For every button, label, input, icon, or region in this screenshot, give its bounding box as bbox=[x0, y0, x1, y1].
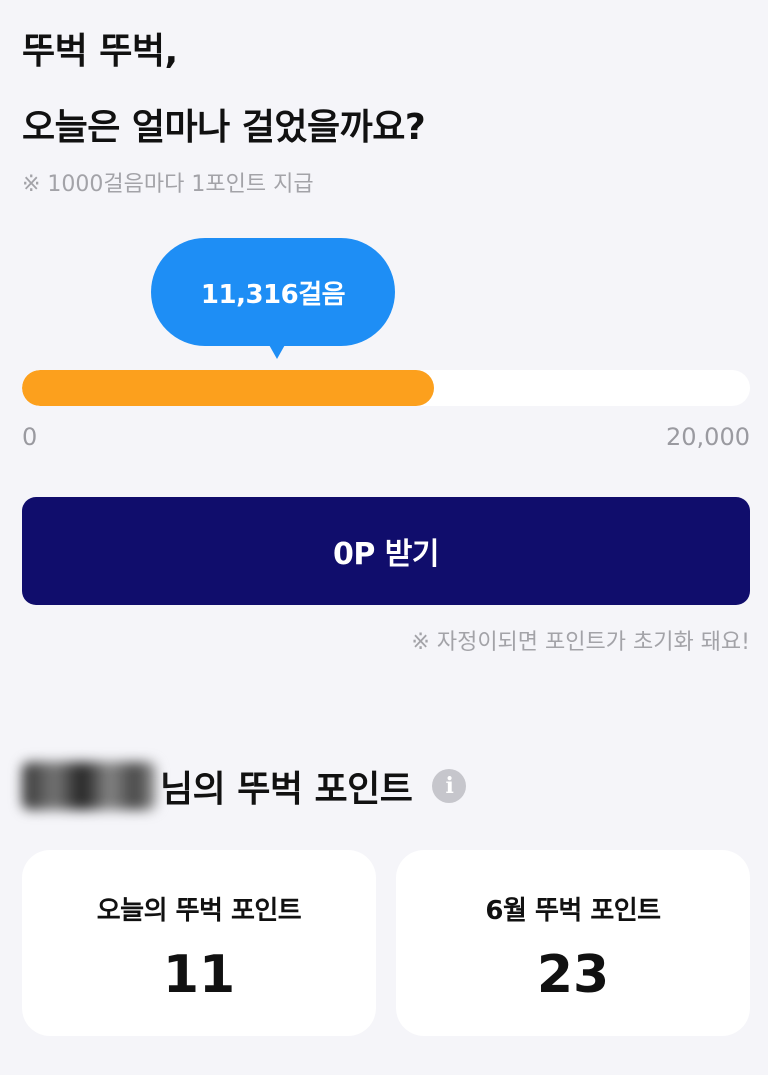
step-count-label: 11,316걸음 bbox=[200, 279, 346, 310]
masked-user-name bbox=[22, 762, 156, 810]
today-points-label: 오늘의 뚜벅 포인트 bbox=[96, 896, 302, 926]
monthly-points-card: 6월 뚜벅 포인트 23 bbox=[396, 850, 750, 1036]
bubble-tail bbox=[268, 343, 286, 359]
today-points-value: 11 bbox=[162, 945, 236, 1005]
step-count-bubble: 11,316걸음 bbox=[151, 238, 395, 346]
page-title-line-2: 오늘은 얼마나 걸었을까요? bbox=[22, 107, 426, 148]
points-section-title: 님의 뚜벅 포인트 i bbox=[22, 760, 467, 812]
progress-max-label: 20,000 bbox=[666, 423, 750, 451]
claim-points-button[interactable]: 0P 받기 bbox=[22, 497, 750, 605]
page-title-line-1: 뚜벅 뚜벅, bbox=[22, 31, 178, 72]
midnight-reset-notice: ※ 자정이되면 포인트가 초기화 돼요! bbox=[411, 630, 750, 655]
points-per-steps-notice: ※ 1000걸음마다 1포인트 지급 bbox=[22, 172, 314, 197]
points-section-title-text: 님의 뚜벅 포인트 bbox=[160, 769, 413, 810]
page-title: 뚜벅 뚜벅, 오늘은 얼마나 걸었을까요? bbox=[22, 14, 426, 166]
today-points-card: 오늘의 뚜벅 포인트 11 bbox=[22, 850, 376, 1036]
step-progress-fill bbox=[22, 370, 434, 406]
monthly-points-label: 6월 뚜벅 포인트 bbox=[485, 896, 661, 926]
step-points-page: 뚜벅 뚜벅, 오늘은 얼마나 걸었을까요? ※ 1000걸음마다 1포인트 지급… bbox=[0, 0, 768, 1075]
progress-min-label: 0 bbox=[22, 423, 38, 451]
info-icon[interactable]: i bbox=[432, 769, 467, 803]
step-progress-track bbox=[22, 370, 750, 406]
monthly-points-value: 23 bbox=[536, 945, 610, 1005]
